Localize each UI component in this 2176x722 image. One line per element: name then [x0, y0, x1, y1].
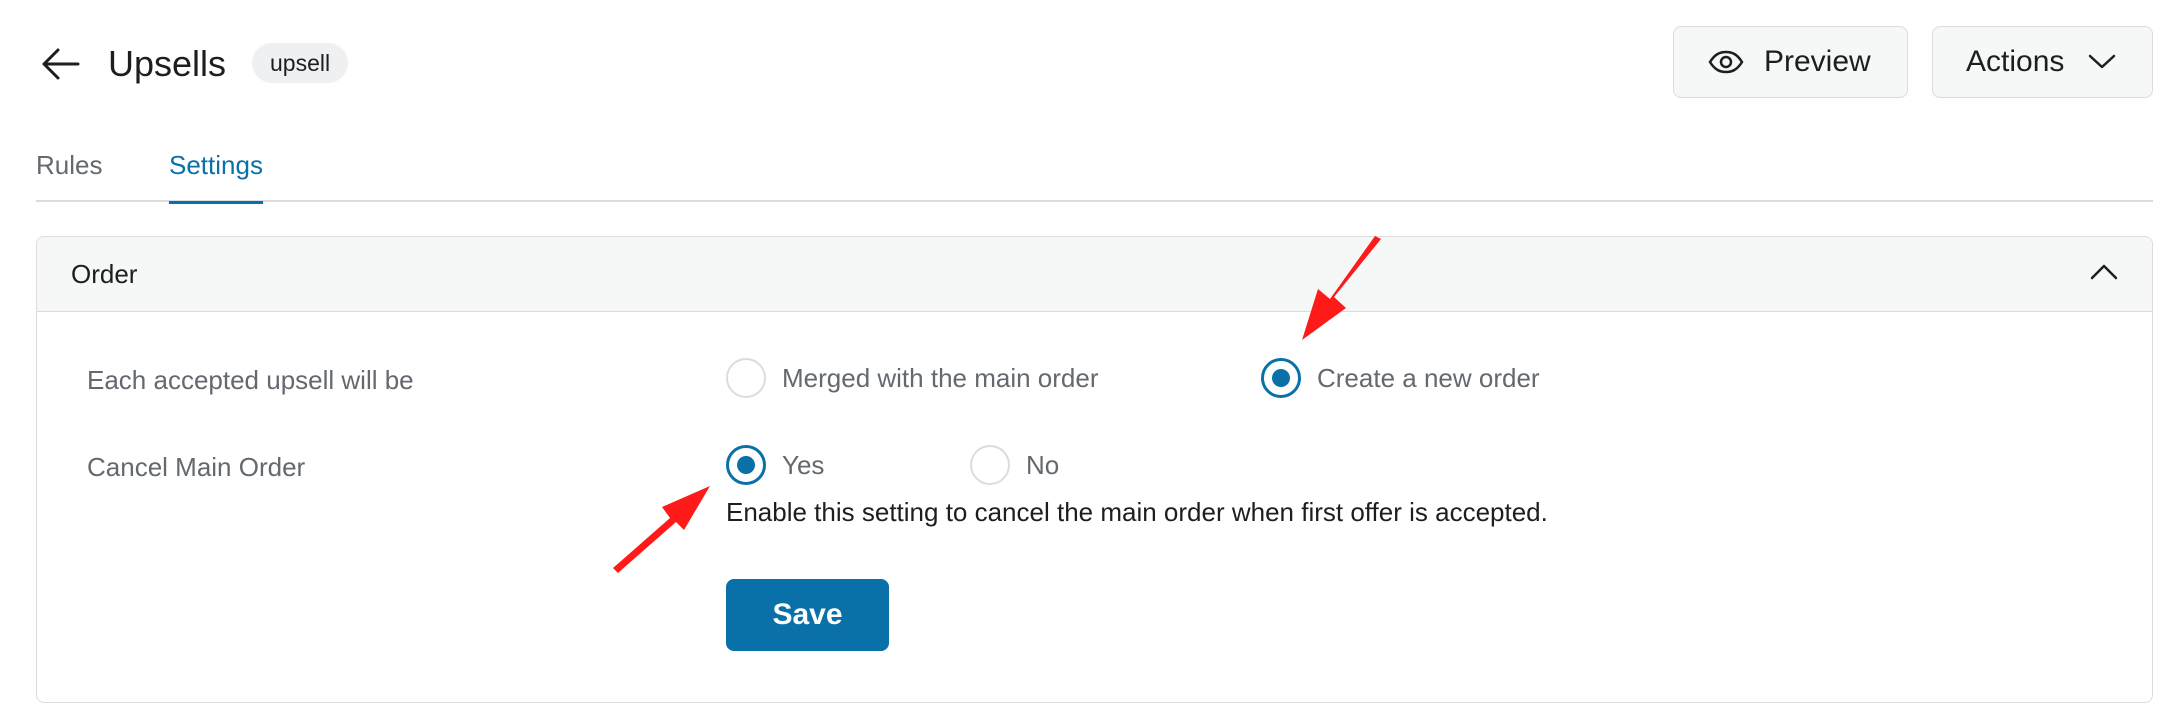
radio-circle — [1261, 358, 1301, 398]
radio-create-new-order[interactable]: Create a new order — [1261, 358, 1540, 398]
radio-label: No — [1026, 449, 1060, 480]
radio-cancel-yes[interactable]: Yes — [726, 445, 824, 485]
cancel-main-order-label: Cancel Main Order — [87, 452, 306, 482]
actions-label: Actions — [1966, 45, 2065, 78]
chevron-up-icon[interactable] — [2090, 263, 2118, 281]
tab-bar: Rules Settings — [36, 140, 2153, 204]
panel-header[interactable]: Order — [37, 237, 2152, 312]
panel-title: Order — [71, 259, 138, 289]
back-button[interactable] — [34, 38, 86, 90]
chevron-down-icon — [2088, 54, 2116, 70]
eye-icon — [1708, 50, 1744, 74]
radio-label: Merged with the main order — [782, 362, 1099, 393]
arrow-left-icon — [42, 48, 80, 80]
page-title: Upsells — [108, 43, 227, 84]
tab-settings[interactable]: Settings — [169, 150, 263, 204]
radio-cancel-no[interactable]: No — [970, 445, 1059, 485]
page: Upsells upsell Preview Actions Rules Set… — [0, 0, 2176, 722]
preview-label: Preview — [1764, 45, 1871, 78]
radio-circle — [726, 445, 766, 485]
preview-button[interactable]: Preview — [1673, 26, 1908, 98]
cancel-main-order-help: Enable this setting to cancel the main o… — [726, 497, 1548, 527]
slug-badge: upsell — [252, 43, 349, 83]
radio-label: Yes — [782, 449, 825, 480]
save-button[interactable]: Save — [726, 579, 889, 651]
radio-circle — [970, 445, 1010, 485]
radio-merged-with-main-order[interactable]: Merged with the main order — [726, 358, 1098, 398]
actions-dropdown-button[interactable]: Actions — [1932, 26, 2153, 98]
upsell-mode-label: Each accepted upsell will be — [87, 365, 414, 395]
radio-circle — [726, 358, 766, 398]
order-settings-panel: Order Each accepted upsell will be Merge… — [36, 236, 2153, 703]
radio-label: Create a new order — [1317, 362, 1540, 393]
tab-rules[interactable]: Rules — [36, 150, 102, 202]
